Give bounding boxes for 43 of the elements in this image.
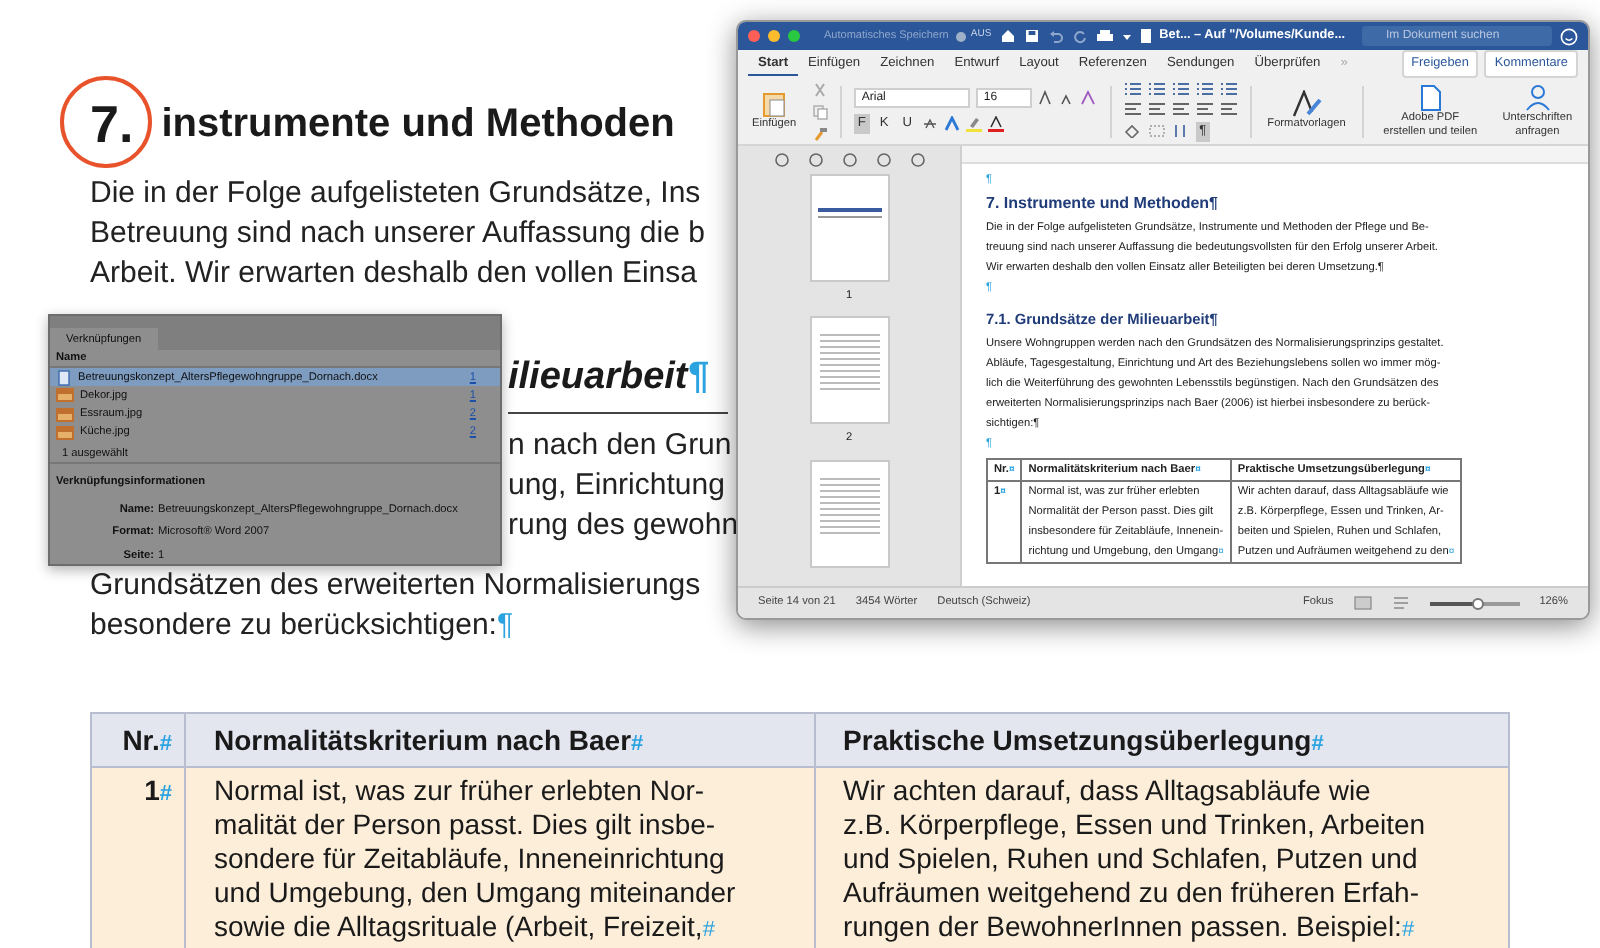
text-line: Arbeit. Wir erwarten deshalb den vollen Einsa xyxy=(90,254,699,294)
person-icon xyxy=(1523,84,1552,113)
bullets-icon[interactable] xyxy=(1123,81,1142,95)
column-header: Nr.# xyxy=(91,713,185,767)
clipboard-icon xyxy=(760,90,789,119)
heading-number: 7. xyxy=(90,91,134,157)
smiley-icon[interactable] xyxy=(1560,27,1578,45)
table-cell: 1# xyxy=(91,767,185,948)
text-line: besondere zu berücksichtigen:¶ xyxy=(90,606,516,646)
strikethrough-icon[interactable] xyxy=(922,116,939,132)
table-cell: Wir achten darauf, dass Alltagsabläufe wie z.B. Körperpflege, Essen und Trinken, Arbeiten und Spielen, Ruhen und Schlafen, Putzen und Aufräumen weitgehend zu den früheren Erfah- rungen der BewohnerInnen passen. Beispiel:# xyxy=(814,767,1509,948)
undo-icon[interactable] xyxy=(1047,28,1064,44)
text-line: Die in der Folge aufgelisteten Grundsätze, Ins xyxy=(90,174,703,214)
document-icon xyxy=(1139,28,1152,44)
text-line: n nach den Grun xyxy=(508,425,728,465)
page-thumbnail[interactable] xyxy=(809,316,889,425)
font-color-icon[interactable] xyxy=(988,116,1005,132)
column-header: Praktische Umsetzungsüberlegung# xyxy=(814,713,1509,767)
text-line: Betreuung sind nach unserer Auffassung die b xyxy=(90,214,707,254)
table-cell: Normal ist, was zur früher erlebten Nor- malität der Person passt. Dies gilt insbe- sondere für Zeitabläufe, Inneneinrichtung und Umgebung, den Umgang miteinander sowie die Alltagsrituale (Arbeit, Freizeit,# xyxy=(185,767,815,948)
zoom-button[interactable] xyxy=(788,30,800,42)
redo-icon[interactable] xyxy=(1071,28,1088,44)
subheading: ilieuarbeit¶ xyxy=(508,350,728,413)
document-icon xyxy=(56,369,72,386)
brush-icon[interactable] xyxy=(812,125,829,141)
align-left-icon[interactable] xyxy=(1123,101,1142,115)
print-icon[interactable] xyxy=(1095,28,1114,44)
caret-icon[interactable] xyxy=(1121,31,1132,41)
page-thumbnail[interactable] xyxy=(809,459,889,568)
highlight-circle xyxy=(60,76,152,168)
column-header: Normalitätskriterium nach Baer# xyxy=(185,713,815,767)
text-line: Grundsätzen des erweiterten Normalisierungs xyxy=(90,566,703,606)
page-thumbnail[interactable] xyxy=(809,174,889,282)
section-heading: instrumente und Methoden xyxy=(161,100,675,150)
minimize-button[interactable] xyxy=(768,30,780,42)
home-icon[interactable] xyxy=(999,28,1016,44)
styles-icon xyxy=(1290,90,1323,119)
pdf-document-icon xyxy=(1416,84,1445,113)
close-button[interactable] xyxy=(748,30,760,42)
text-effects-icon[interactable] xyxy=(944,116,961,132)
save-icon[interactable] xyxy=(1023,28,1040,44)
text-line: ung, Einrichtung xyxy=(508,465,727,505)
page-heading: 7. Instrumente und Methoden¶ xyxy=(986,192,1221,216)
